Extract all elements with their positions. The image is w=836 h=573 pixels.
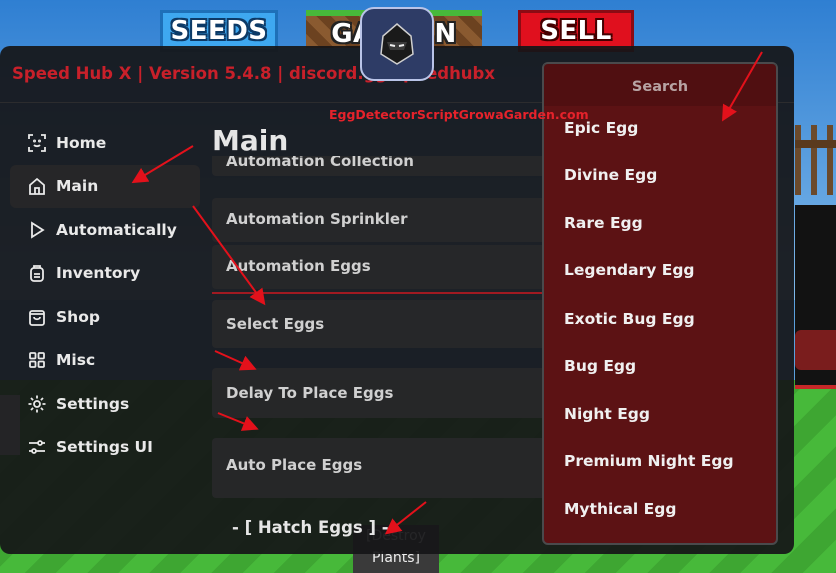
wooden-fence-rail [795, 140, 836, 148]
sidebar-item-shop[interactable]: Shop [10, 295, 200, 339]
dropdown-option-premium-night-egg[interactable]: Premium Night Egg [564, 452, 734, 470]
dropdown-option-night-egg[interactable]: Night Egg [564, 405, 650, 423]
watermark-text: EggDetectorScriptGrowaGarden.com [329, 107, 589, 122]
option-automation-collection[interactable]: Automation Collection [212, 156, 552, 176]
sidebar-item-label: Misc [56, 351, 96, 370]
sidebar-item-main[interactable]: Main [10, 164, 200, 208]
sidebar-item-label: Settings [56, 394, 130, 413]
option-label: Automation Sprinkler [226, 210, 408, 228]
option-automation-sprinkler[interactable]: Automation Sprinkler [212, 198, 552, 242]
sidebar-item-label: Inventory [56, 264, 141, 283]
background-panel-button [795, 330, 836, 370]
dropdown-search-input[interactable]: Search [544, 64, 776, 106]
sidebar: Home Main Automatically Inventory Shop M… [10, 121, 200, 469]
section-divider [212, 292, 552, 294]
shopping-bag-icon [26, 306, 48, 328]
sidebar-item-label: Shop [56, 307, 100, 326]
toggle-auto-place-eggs[interactable]: Auto Place Eggs [212, 438, 552, 498]
home-face-icon [26, 132, 48, 154]
dropdown-select-eggs[interactable]: Select Eggs [212, 300, 552, 348]
gear-icon [26, 393, 48, 415]
sidebar-item-home[interactable]: Home [10, 121, 200, 165]
eggs-dropdown-list[interactable]: Search Epic Egg Divine Egg Rare Egg Lege… [542, 62, 778, 545]
option-label: Automation Collection [226, 156, 414, 170]
input-delay-to-place-eggs[interactable]: Delay To Place Eggs [212, 368, 552, 418]
sidebar-item-automatically[interactable]: Automatically [10, 208, 200, 252]
hub-logo [360, 7, 434, 81]
grid-icon [26, 349, 48, 371]
section-label-hatch-eggs: - [ Hatch Eggs ] - [232, 518, 389, 537]
option-label: Auto Place Eggs [226, 456, 363, 474]
dropdown-option-rare-egg[interactable]: Rare Egg [564, 214, 643, 232]
sidebar-item-label: Automatically [56, 220, 177, 239]
wooden-fence [795, 125, 836, 195]
page-title: Main [212, 124, 289, 157]
background-game-panel [795, 205, 836, 389]
dropdown-option-bug-egg[interactable]: Bug Egg [564, 357, 636, 375]
hooded-ninja-icon [380, 23, 414, 65]
sidebar-item-settings-ui[interactable]: Settings UI [10, 426, 200, 470]
dropdown-option-divine-egg[interactable]: Divine Egg [564, 166, 657, 184]
backpack-icon [26, 262, 48, 284]
sliders-icon [26, 436, 48, 458]
sidebar-item-misc[interactable]: Misc [10, 339, 200, 383]
main-content: Automation Collection Automation Sprinkl… [212, 156, 552, 554]
play-icon [26, 219, 48, 241]
option-label: Delay To Place Eggs [226, 384, 394, 402]
dropdown-option-legendary-egg[interactable]: Legendary Egg [564, 261, 695, 279]
house-icon [26, 175, 48, 197]
sidebar-item-label: Home [56, 133, 107, 152]
sidebar-item-inventory[interactable]: Inventory [10, 252, 200, 296]
sidebar-item-label: Main [56, 177, 99, 196]
dropdown-option-mythical-egg[interactable]: Mythical Egg [564, 500, 676, 518]
dropdown-option-exotic-bug-egg[interactable]: Exotic Bug Egg [564, 310, 695, 328]
sidebar-item-label: Settings UI [56, 438, 153, 457]
option-label: Select Eggs [226, 315, 325, 333]
sidebar-item-settings[interactable]: Settings [10, 382, 200, 426]
option-label: Automation Eggs [226, 257, 371, 275]
option-automation-eggs[interactable]: Automation Eggs [212, 245, 552, 289]
